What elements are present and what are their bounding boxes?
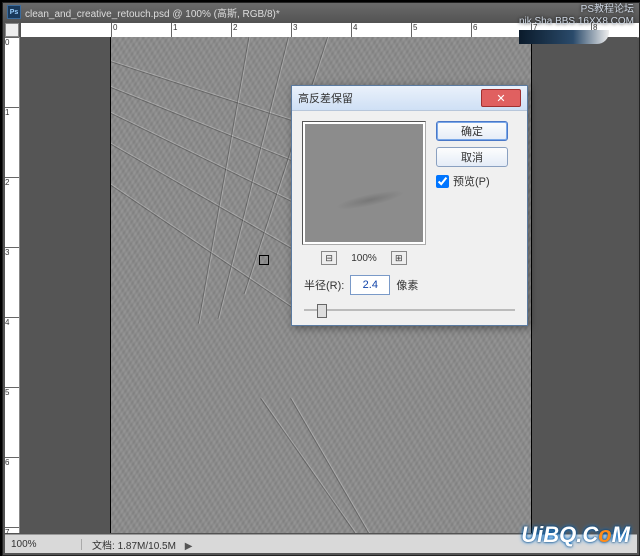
ruler-tick: 5 xyxy=(5,387,19,397)
ruler-tick: 1 xyxy=(171,23,177,37)
watermark-text: M xyxy=(612,522,630,547)
ruler-tick: 0 xyxy=(111,23,117,37)
ok-button[interactable]: 确定 xyxy=(436,121,508,141)
status-doc-value: 1.87M/10.5M xyxy=(118,541,176,552)
preview-checkbox-label: 预览(P) xyxy=(453,173,490,189)
ruler-tick: 4 xyxy=(5,317,19,327)
close-icon: ✕ xyxy=(496,92,505,105)
preview-checkbox-row[interactable]: 预览(P) xyxy=(436,173,517,189)
swoosh-icon xyxy=(519,30,609,44)
filter-preview[interactable] xyxy=(302,121,426,245)
watermark-text: PS教程论坛 xyxy=(519,4,634,16)
preview-zoom-value: 100% xyxy=(351,253,377,264)
ruler-tick: 6 xyxy=(5,457,19,467)
ruler-tick: 5 xyxy=(411,23,417,37)
radius-label: 半径(R): xyxy=(304,277,344,293)
cancel-button[interactable]: 取消 xyxy=(436,147,508,167)
radius-slider[interactable] xyxy=(304,307,515,313)
ruler-origin[interactable] xyxy=(5,23,19,37)
ruler-tick: 2 xyxy=(231,23,237,37)
slider-track xyxy=(304,309,515,311)
watermark-text: o xyxy=(598,522,611,547)
app-icon: Ps xyxy=(7,5,21,19)
radius-unit: 像素 xyxy=(396,277,418,293)
slider-thumb[interactable] xyxy=(317,304,327,318)
chevron-right-icon[interactable]: ▶ xyxy=(185,541,193,552)
dialog-titlebar[interactable]: 高反差保留 ✕ xyxy=(292,86,527,111)
ruler-tick: 3 xyxy=(291,23,297,37)
status-doc-label: 文档: xyxy=(92,541,115,552)
document-title: clean_and_creative_retouch.psd @ 100% (高… xyxy=(25,5,280,20)
ruler-tick: 0 xyxy=(5,37,19,47)
dialog-close-button[interactable]: ✕ xyxy=(481,89,521,107)
watermark-bottom: UiBQ.CoM xyxy=(521,522,630,548)
sample-marker[interactable] xyxy=(259,255,269,265)
watermark-text: UiBQ.C xyxy=(521,522,598,547)
high-pass-dialog: 高反差保留 ✕ ⊟ 100% ⊞ 确定 取消 预览(P) xyxy=(291,85,528,326)
minus-icon: ⊟ xyxy=(325,253,333,264)
zoom-out-button[interactable]: ⊟ xyxy=(321,251,337,265)
zoom-in-button[interactable]: ⊞ xyxy=(391,251,407,265)
watermark-top: PS教程论坛 nik Sha BBS.16XX8.COM xyxy=(519,4,634,44)
dialog-title: 高反差保留 xyxy=(298,90,481,106)
watermark-text: nik Sha xyxy=(519,16,552,27)
ruler-vertical[interactable]: 0 1 2 3 4 5 6 7 xyxy=(5,37,20,533)
plus-icon: ⊞ xyxy=(395,253,403,264)
ruler-tick: 3 xyxy=(5,247,19,257)
radius-input[interactable] xyxy=(350,275,390,295)
ruler-tick: 1 xyxy=(5,107,19,117)
preview-checkbox[interactable] xyxy=(436,175,449,188)
watermark-text: BBS.16XX8.COM xyxy=(555,16,634,27)
ruler-tick: 2 xyxy=(5,177,19,187)
ruler-tick: 4 xyxy=(351,23,357,37)
status-zoom[interactable]: 100% xyxy=(5,539,82,550)
ruler-tick: 6 xyxy=(471,23,477,37)
